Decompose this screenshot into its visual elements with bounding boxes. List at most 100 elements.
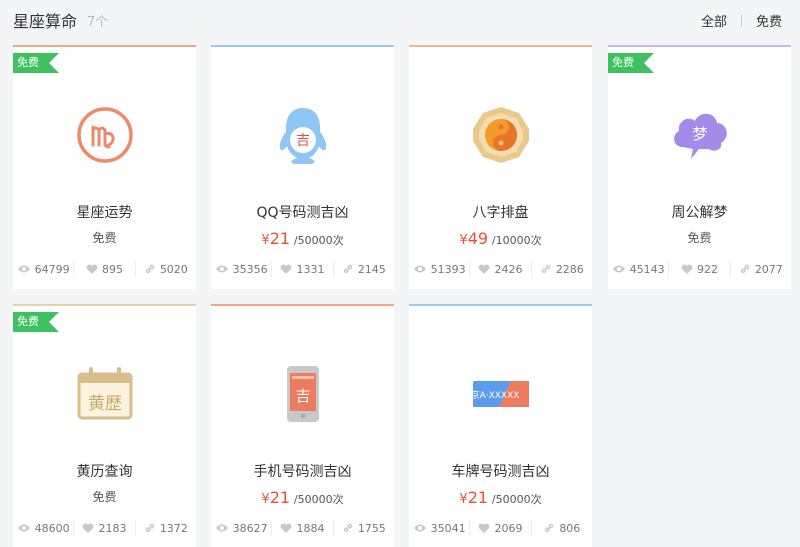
qq-penguin-icon: 吉 <box>211 95 394 175</box>
eye-icon <box>612 265 625 273</box>
qq-icon-text: 吉 <box>296 133 310 149</box>
price-amount: 21 <box>269 488 291 507</box>
views-count: 45143 <box>629 262 665 276</box>
shares-count: 1372 <box>159 521 188 535</box>
card-stats: 38627 1884 1755 <box>211 520 394 536</box>
shares-stat: 806 <box>530 520 592 536</box>
likes-stat: 895 <box>73 261 134 277</box>
eye-icon <box>413 265 426 273</box>
link-icon <box>343 523 353 533</box>
views-stat: 45143 <box>608 261 668 277</box>
price-amount: 49 <box>467 229 489 248</box>
likes-stat: 2426 <box>469 261 530 277</box>
views-count: 35356 <box>232 262 268 276</box>
item-count: 7个 <box>87 15 109 30</box>
card-name: 八字排盘 <box>472 205 529 221</box>
filter-bar: 全部 免费 <box>701 11 782 30</box>
free-badge: 免费 <box>13 53 59 73</box>
shares-stat: 2286 <box>530 261 592 277</box>
views-stat: 64799 <box>13 261 73 277</box>
views-count: 64799 <box>34 262 70 276</box>
service-card-mobile-fortune[interactable]: 吉 手机号码测吉凶 ¥21 /50000次 38627 1884 1755 <box>211 304 394 547</box>
service-card-dream[interactable]: 免费 梦 周公解梦 免费 45143 922 2077 <box>608 45 791 289</box>
price-currency: ¥ <box>459 233 468 248</box>
price-currency: ¥ <box>261 233 270 248</box>
link-icon <box>740 264 750 274</box>
price-unit: /10000次 <box>491 234 542 247</box>
likes-count: 1331 <box>296 262 325 276</box>
views-count: 35041 <box>430 521 466 535</box>
dream-cloud-icon: 梦 <box>608 95 791 175</box>
heart-icon <box>281 523 292 533</box>
heart-icon <box>83 523 94 533</box>
price-amount: 21 <box>269 229 291 248</box>
eye-icon <box>413 524 426 532</box>
price-unit: /50000次 <box>293 234 344 247</box>
card-stats: 35041 2069 806 <box>409 520 592 536</box>
link-icon <box>145 523 155 533</box>
card-price: ¥21 /50000次 <box>211 229 394 248</box>
page-header: 星座算命 7个 全部 免费 <box>0 0 800 40</box>
service-card-bazi[interactable]: 八字排盘 ¥49 /10000次 51393 2426 2286 <box>409 45 592 289</box>
likes-stat: 2069 <box>469 520 530 536</box>
likes-stat: 1884 <box>271 520 332 536</box>
service-card-almanac[interactable]: 免费 黄歴 黄历查询 免费 48600 2183 1372 <box>13 304 196 547</box>
likes-stat: 922 <box>668 261 729 277</box>
heart-icon <box>479 264 490 274</box>
card-stats: 45143 922 2077 <box>608 261 791 277</box>
card-name: 车牌号码测吉凶 <box>451 464 550 480</box>
heart-icon <box>281 264 292 274</box>
card-name: 黄历查询 <box>76 464 133 480</box>
heart-icon <box>681 264 693 274</box>
mobile-phone-icon: 吉 <box>211 354 394 434</box>
eye-icon <box>215 524 228 532</box>
license-plate-icon: 京A·XXXXX <box>409 354 592 434</box>
shares-count: 1755 <box>357 521 386 535</box>
page-title: 星座算命 <box>13 12 78 31</box>
heart-icon <box>479 523 490 533</box>
plate-icon-text: 京A·XXXXX <box>471 389 519 401</box>
shares-stat: 2145 <box>332 261 394 277</box>
card-name: QQ号码测吉凶 <box>256 205 349 221</box>
free-badge: 免费 <box>13 312 59 332</box>
almanac-calendar-icon: 黄歴 <box>13 354 196 434</box>
shares-stat: 2077 <box>729 261 791 277</box>
free-badge: 免费 <box>608 53 654 73</box>
heart-icon <box>86 264 98 274</box>
likes-stat: 1331 <box>271 261 332 277</box>
card-stats: 51393 2426 2286 <box>409 261 592 277</box>
views-stat: 48600 <box>13 520 73 536</box>
filter-divider <box>740 14 742 27</box>
card-stats: 48600 2183 1372 <box>13 520 196 536</box>
card-name: 手机号码测吉凶 <box>253 464 352 480</box>
filter-free[interactable]: 免费 <box>756 11 782 30</box>
shares-count: 806 <box>559 521 581 535</box>
shares-count: 2077 <box>754 262 783 276</box>
shares-count: 2286 <box>555 262 584 276</box>
likes-count: 2426 <box>494 262 523 276</box>
shares-stat: 1755 <box>332 520 394 536</box>
eye-icon <box>17 265 30 273</box>
card-name: 星座运势 <box>76 205 133 221</box>
yin-yang-bagua-icon <box>409 95 592 175</box>
price-currency: ¥ <box>261 492 270 507</box>
card-price: ¥21 /50000次 <box>409 488 592 507</box>
card-name: 周公解梦 <box>671 205 728 221</box>
card-stats: 35356 1331 2145 <box>211 261 394 277</box>
filter-all[interactable]: 全部 <box>701 11 727 30</box>
shares-stat: 5020 <box>134 261 196 277</box>
card-price: 免费 <box>92 231 117 245</box>
service-card-plate-fortune[interactable]: 京A·XXXXX 车牌号码测吉凶 ¥21 /50000次 35041 2069 … <box>409 304 592 547</box>
likes-count: 895 <box>101 262 123 276</box>
service-card-horoscope[interactable]: 免费 星座运势 免费 64799 895 5020 <box>13 45 196 289</box>
eye-icon <box>17 524 30 532</box>
likes-count: 1884 <box>296 521 325 535</box>
shares-count: 5020 <box>159 262 188 276</box>
card-price: 免费 <box>687 231 712 245</box>
likes-count: 2069 <box>494 521 523 535</box>
mobile-icon-text: 吉 <box>295 387 310 405</box>
service-card-qq-fortune[interactable]: 吉 QQ号码测吉凶 ¥21 /50000次 35356 1331 2145 <box>211 45 394 289</box>
likes-stat: 2183 <box>73 520 134 536</box>
views-count: 51393 <box>430 262 466 276</box>
shares-stat: 1372 <box>134 520 196 536</box>
